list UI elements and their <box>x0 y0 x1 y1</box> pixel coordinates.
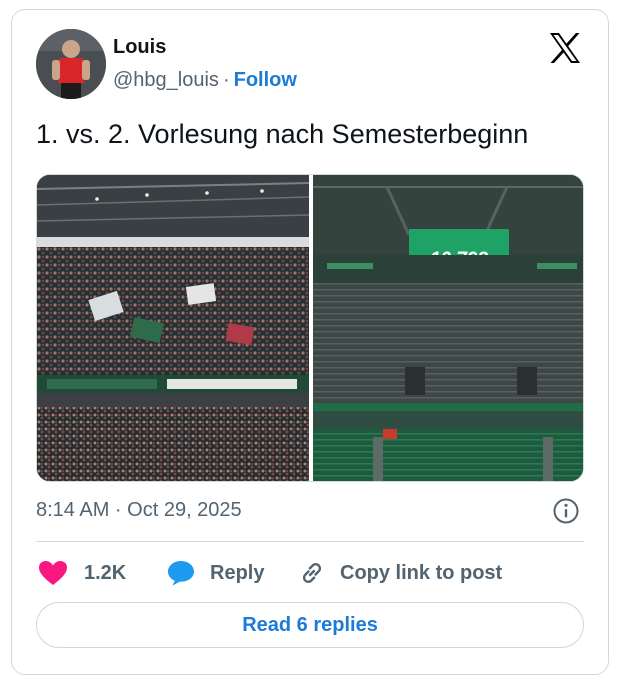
like-button[interactable]: 1.2K <box>38 558 126 588</box>
read-replies-label: Read 6 replies <box>242 613 378 636</box>
speech-bubble-icon <box>168 561 194 586</box>
tweet-text: 1. vs. 2. Vorlesung nach Semesterbeginn <box>36 119 529 149</box>
heart-icon <box>39 561 67 585</box>
author-name[interactable]: Louis <box>113 36 166 59</box>
follow-button[interactable]: Follow <box>234 69 297 91</box>
copy-link-label: Copy link to post <box>340 561 503 584</box>
read-replies-button[interactable]: Read 6 replies <box>36 602 584 648</box>
avatar-image <box>36 29 106 99</box>
author-handle[interactable]: @hbg_louis <box>113 69 219 91</box>
separator-dot: · <box>222 69 230 91</box>
tweet-timestamp[interactable]: 8:14 AM · Oct 29, 2025 <box>36 499 242 522</box>
media-photo-crowd[interactable] <box>37 175 310 482</box>
avatar[interactable] <box>36 29 106 99</box>
media-photo-empty-stadium[interactable]: 10.793 <box>313 175 584 482</box>
tweet-media[interactable]: 10.793 <box>36 174 584 482</box>
divider <box>36 541 584 542</box>
reply-label: Reply <box>210 561 265 584</box>
reply-button[interactable]: Reply <box>166 558 264 588</box>
action-bar: 1.2K Reply Copy link to post <box>36 558 584 588</box>
info-icon[interactable] <box>552 497 580 525</box>
copy-link-button[interactable]: Copy link to post <box>298 558 502 588</box>
x-logo-icon[interactable] <box>548 32 582 64</box>
author-handle-row: @hbg_louis · Follow <box>113 69 297 92</box>
link-icon <box>302 563 322 583</box>
like-count: 1.2K <box>84 561 127 584</box>
